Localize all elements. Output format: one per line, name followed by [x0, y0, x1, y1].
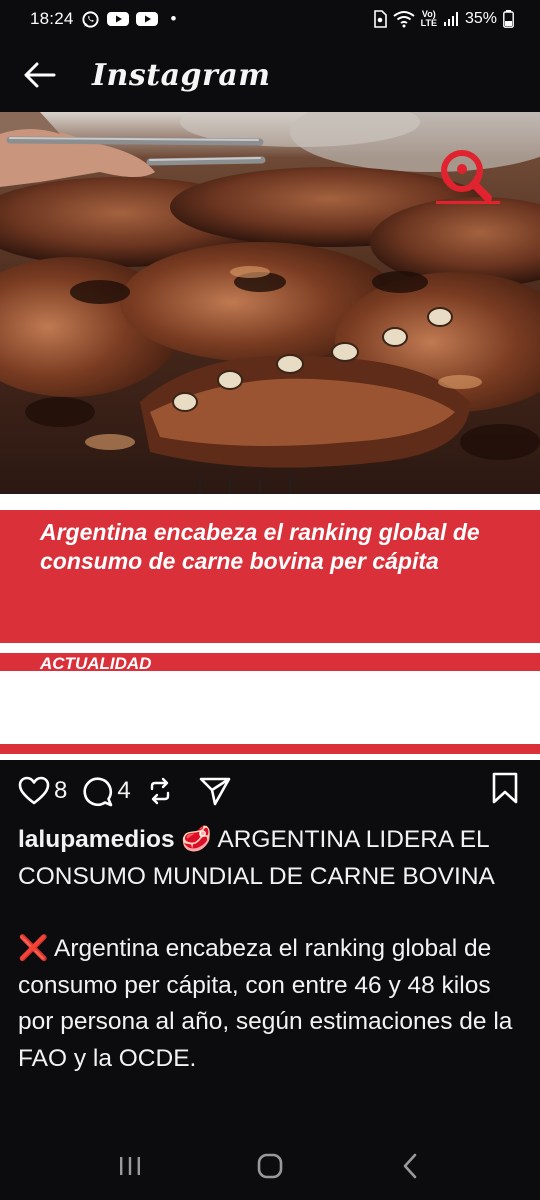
- nav-back-button[interactable]: [380, 1136, 440, 1196]
- share-button[interactable]: [199, 776, 231, 806]
- system-nav-bar: [0, 1132, 540, 1200]
- repost-button[interactable]: [145, 776, 175, 806]
- status-bar: 18:24 • Vo) LTE 35%: [0, 0, 540, 38]
- youtube-icon: [106, 11, 129, 27]
- likes-count: 8: [54, 777, 68, 804]
- post-image[interactable]: Argentina encabeza el ranking global de …: [0, 112, 540, 760]
- app-header: Instagram: [0, 38, 540, 112]
- comment-icon: [83, 777, 113, 807]
- back-button[interactable]: [4, 38, 74, 112]
- whatsapp-icon: [81, 10, 100, 29]
- wifi-icon: [393, 10, 415, 28]
- bookmark-icon: [492, 772, 518, 804]
- post-actions: 8 4: [0, 760, 540, 822]
- signal-icon: [443, 11, 459, 27]
- recents-icon: [120, 1157, 140, 1175]
- notification-dot: •: [170, 9, 177, 28]
- youtube-icon: [135, 11, 158, 27]
- network-type: Vo) LTE: [420, 9, 437, 28]
- battery-percent: 35%: [464, 10, 497, 27]
- repost-icon: [150, 777, 169, 805]
- share-icon: [199, 777, 231, 806]
- post-caption: lalupamedios 🥩 ARGENTINA LIDERA EL CONSU…: [18, 822, 530, 1077]
- post-headline: Argentina encabeza el ranking global de …: [40, 519, 480, 574]
- meat-emoji: 🥩: [181, 826, 212, 853]
- sim-icon: [373, 10, 387, 28]
- category-strip: ACTUALIDAD: [0, 653, 540, 671]
- caption-username[interactable]: lalupamedios: [18, 826, 175, 853]
- battery-icon: [503, 10, 514, 28]
- magnifier-pin-logo: [436, 150, 500, 204]
- caption-line-2: Argentina encabeza el ranking global de …: [18, 935, 513, 1072]
- save-button[interactable]: [492, 772, 518, 804]
- recents-button[interactable]: [100, 1136, 160, 1196]
- bottom-accent-bar: [0, 744, 540, 754]
- comment-button[interactable]: 4: [81, 775, 131, 807]
- post-category: ACTUALIDAD: [40, 654, 152, 671]
- comments-count: 4: [117, 777, 131, 804]
- status-time: 18:24: [30, 9, 74, 28]
- home-button[interactable]: [240, 1136, 300, 1196]
- cross-emoji: ❌: [18, 935, 49, 962]
- app-title: Instagram: [92, 57, 271, 93]
- home-icon: [257, 1153, 283, 1179]
- arrow-left-icon: [24, 62, 56, 88]
- heart-icon: [18, 776, 50, 805]
- back-icon: [403, 1153, 417, 1179]
- like-button[interactable]: 8: [18, 776, 67, 806]
